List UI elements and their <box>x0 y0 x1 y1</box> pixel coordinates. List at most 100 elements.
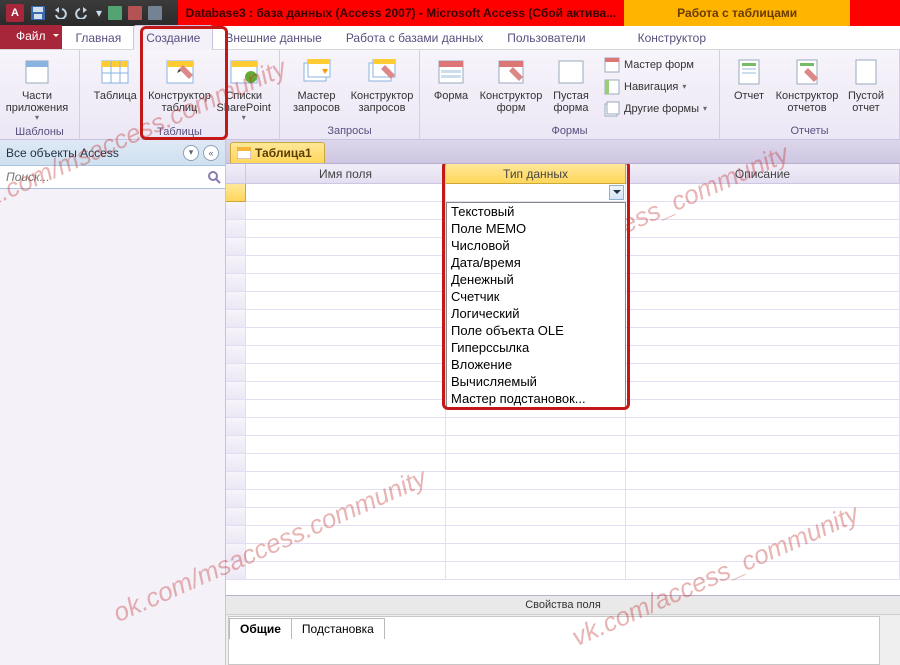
tab-home[interactable]: Главная <box>64 26 134 49</box>
undo-icon[interactable] <box>52 7 68 19</box>
table-row[interactable] <box>226 472 900 490</box>
btn-report-designer[interactable]: Конструктор отчетов <box>776 54 838 116</box>
qat-icon-2[interactable] <box>128 6 142 20</box>
row-selector[interactable] <box>226 346 246 364</box>
row-selector[interactable] <box>226 256 246 274</box>
cell-description[interactable] <box>626 202 900 220</box>
cell-field-name[interactable] <box>246 274 446 292</box>
data-type-option[interactable]: Гиперссылка <box>447 339 625 356</box>
data-type-option[interactable]: Вложение <box>447 356 625 373</box>
nav-filter-dropdown-icon[interactable]: ▾ <box>183 145 199 161</box>
col-header-data-type[interactable]: Тип данных <box>446 164 626 184</box>
data-type-dropdown-button[interactable] <box>609 185 624 200</box>
cell-field-name[interactable] <box>246 382 446 400</box>
tab-designer[interactable]: Конструктор <box>626 26 718 49</box>
cell-field-name[interactable] <box>246 238 446 256</box>
cell-data-type[interactable] <box>446 544 626 562</box>
btn-other-forms[interactable]: Другие формы▾ <box>600 98 711 120</box>
cell-field-name[interactable] <box>246 346 446 364</box>
row-selector[interactable] <box>226 472 246 490</box>
cell-field-name[interactable] <box>246 544 446 562</box>
cell-field-name[interactable] <box>246 328 446 346</box>
tab-create[interactable]: Создание <box>133 25 213 50</box>
row-selector[interactable] <box>226 202 246 220</box>
data-type-option[interactable]: Вычисляемый <box>447 373 625 390</box>
cell-description[interactable] <box>626 472 900 490</box>
cell-description[interactable] <box>626 310 900 328</box>
cell-description[interactable] <box>626 184 900 202</box>
row-selector[interactable] <box>226 382 246 400</box>
col-header-field-name[interactable]: Имя поля <box>246 164 446 184</box>
data-type-option[interactable]: Поле МЕМО <box>447 220 625 237</box>
btn-navigation[interactable]: Навигация▾ <box>600 76 711 98</box>
cell-description[interactable] <box>626 508 900 526</box>
btn-blank-form[interactable]: Пустая форма <box>546 54 596 116</box>
save-icon[interactable] <box>30 5 46 21</box>
row-selector[interactable] <box>226 274 246 292</box>
row-selector[interactable] <box>226 526 246 544</box>
data-type-option[interactable]: Мастер подстановок... <box>447 390 625 407</box>
col-header-description[interactable]: Описание <box>626 164 900 184</box>
btn-app-parts[interactable]: Части приложения▾ <box>6 54 68 125</box>
table-row[interactable] <box>226 508 900 526</box>
cell-field-name[interactable] <box>246 184 446 202</box>
table-row[interactable] <box>226 490 900 508</box>
cell-data-type[interactable] <box>446 418 626 436</box>
data-type-option[interactable]: Логический <box>447 305 625 322</box>
cell-data-type[interactable] <box>446 526 626 544</box>
qat-icon-3[interactable] <box>148 6 162 20</box>
cell-data-type[interactable] <box>446 490 626 508</box>
cell-description[interactable] <box>626 418 900 436</box>
cell-description[interactable] <box>626 292 900 310</box>
cell-description[interactable] <box>626 454 900 472</box>
table-row[interactable] <box>226 526 900 544</box>
cell-description[interactable] <box>626 436 900 454</box>
cell-description[interactable] <box>626 562 900 580</box>
data-type-option[interactable]: Поле объекта OLE <box>447 322 625 339</box>
btn-blank-report[interactable]: Пустой отчет <box>842 54 890 116</box>
row-selector[interactable] <box>226 454 246 472</box>
cell-field-name[interactable] <box>246 310 446 328</box>
btn-table-designer[interactable]: Конструктор таблиц <box>149 54 211 116</box>
row-selector[interactable] <box>226 490 246 508</box>
row-selector[interactable] <box>226 328 246 346</box>
cell-description[interactable] <box>626 274 900 292</box>
cell-description[interactable] <box>626 382 900 400</box>
data-type-option[interactable]: Числовой <box>447 237 625 254</box>
btn-form[interactable]: Форма <box>426 54 476 104</box>
cell-data-type[interactable] <box>446 454 626 472</box>
cell-description[interactable] <box>626 328 900 346</box>
cell-field-name[interactable] <box>246 400 446 418</box>
table-row[interactable] <box>226 418 900 436</box>
btn-table[interactable]: Таблица <box>86 54 145 104</box>
table-row[interactable] <box>226 544 900 562</box>
row-selector[interactable] <box>226 220 246 238</box>
search-input[interactable] <box>0 166 203 188</box>
btn-query-wizard[interactable]: Мастер запросов <box>286 54 347 116</box>
data-type-option[interactable]: Дата/время <box>447 254 625 271</box>
tab-database-tools[interactable]: Работа с базами данных <box>334 26 495 49</box>
row-selector[interactable] <box>226 400 246 418</box>
row-selector[interactable] <box>226 436 246 454</box>
cell-data-type[interactable] <box>446 562 626 580</box>
btn-sharepoint-lists[interactable]: Списки SharePoint▾ <box>215 54 274 125</box>
data-type-option[interactable]: Текстовый <box>447 203 625 220</box>
cell-description[interactable] <box>626 346 900 364</box>
qat-dropdown-icon[interactable]: ▾ <box>96 6 102 20</box>
prop-tab-general[interactable]: Общие <box>229 618 292 639</box>
cell-data-type[interactable] <box>446 436 626 454</box>
cell-field-name[interactable] <box>246 562 446 580</box>
cell-field-name[interactable] <box>246 508 446 526</box>
btn-report[interactable]: Отчет <box>726 54 772 104</box>
btn-form-designer[interactable]: Конструктор форм <box>480 54 542 116</box>
data-type-option[interactable]: Денежный <box>447 271 625 288</box>
table-row[interactable] <box>226 184 900 202</box>
row-selector[interactable] <box>226 292 246 310</box>
redo-icon[interactable] <box>74 7 90 19</box>
nav-collapse-icon[interactable]: « <box>203 145 219 161</box>
cell-description[interactable] <box>626 256 900 274</box>
cell-field-name[interactable] <box>246 202 446 220</box>
nav-header[interactable]: Все объекты Access ▾ « <box>0 140 225 166</box>
row-selector[interactable] <box>226 508 246 526</box>
cell-field-name[interactable] <box>246 472 446 490</box>
